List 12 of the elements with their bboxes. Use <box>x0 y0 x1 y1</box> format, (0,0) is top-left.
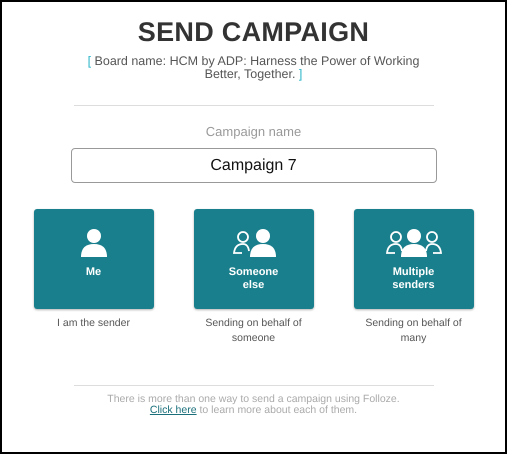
sender-option-button[interactable]: Me <box>34 209 154 309</box>
dialog-title: SEND CAMPAIGN <box>138 16 370 48</box>
option-caption: Sending on behalf of someone <box>204 316 303 346</box>
sender-option-button[interactable]: Someone else <box>194 209 314 309</box>
option-caption: I am the sender <box>56 316 131 331</box>
sender-option-button[interactable]: Multiple senders <box>354 209 474 309</box>
board-name: [ Board name: HCM by ADP: Harness the Power of Working Better, Together. ] <box>86 55 420 81</box>
campaign-name-field[interactable]: Campaign 7 <box>70 148 436 183</box>
help-link[interactable]: Click here <box>150 404 197 416</box>
option-caption: Sending on behalf of many <box>364 316 463 346</box>
field-label: Campaign name <box>206 124 302 139</box>
help-text: There is more than one way to send a campaign using Folloze. Click here to learn more about each of them. <box>107 394 400 416</box>
